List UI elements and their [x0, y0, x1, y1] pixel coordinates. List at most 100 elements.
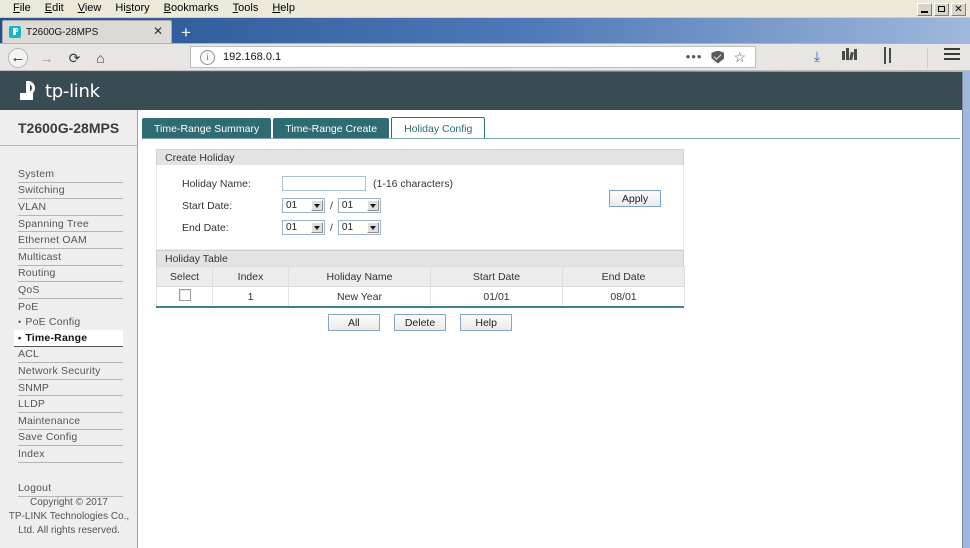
page-actions-dots-icon[interactable]: ••• — [686, 50, 703, 63]
select-all-button[interactable]: All — [327, 314, 380, 331]
sidebar-item-label: VLAN — [18, 200, 47, 213]
sidebar-item-maintenance[interactable]: Maintenance — [18, 413, 123, 430]
tplink-logo-icon — [20, 80, 42, 102]
holiday-name-input[interactable] — [282, 176, 366, 191]
row-index: 1 — [212, 286, 289, 307]
sidebar: T2600G-28MPS System Switching VLAN Spann… — [0, 110, 138, 548]
menu-edit[interactable]: Edit — [38, 1, 71, 16]
sidebar-item-label: PoE Config — [25, 316, 81, 329]
toolbar-right: ⤓ — [808, 47, 962, 65]
menu-icon[interactable] — [944, 47, 962, 65]
sidebar-item-index[interactable]: Index — [18, 446, 123, 463]
tplink-favicon — [9, 26, 21, 38]
sidebar-item-label: QoS — [18, 283, 40, 296]
toolbar-divider — [927, 48, 928, 68]
sidebar-item-ethernet-oam[interactable]: Ethernet OAM — [18, 232, 123, 249]
table-action-buttons: All Delete Help — [156, 314, 684, 331]
main-content: Time-Range Summary Time-Range Create Hol… — [139, 110, 962, 548]
sidebar-item-network-security[interactable]: Network Security — [18, 363, 123, 380]
menu-file[interactable]: File — [6, 1, 38, 16]
sidebar-item-poe[interactable]: PoE — [18, 299, 123, 315]
holiday-name-hint: (1-16 characters) — [373, 177, 453, 190]
sidebar-item-label: LLDP — [18, 398, 46, 411]
tab-time-range-create[interactable]: Time-Range Create — [273, 118, 390, 139]
library-icon[interactable] — [842, 47, 860, 65]
col-holiday-name: Holiday Name — [288, 266, 431, 287]
sidebar-item-label: Save Config — [18, 431, 78, 444]
chevron-down-icon — [366, 200, 379, 211]
delete-button[interactable]: Delete — [393, 314, 447, 331]
maximize-button[interactable] — [934, 3, 949, 16]
bookmark-star-icon[interactable]: ☆ — [733, 50, 746, 64]
end-month-select[interactable]: 01 — [282, 220, 325, 235]
sidebar-item-routing[interactable]: Routing — [18, 266, 123, 283]
start-month-select[interactable]: 01 — [282, 198, 325, 213]
browser-tab-title: T2600G-28MPS — [26, 26, 99, 38]
sidebar-menu: System Switching VLAN Spanning Tree Ethe… — [0, 146, 137, 498]
browser-tabstrip: T2600G-28MPS ✕ + — [0, 19, 970, 43]
menu-bookmarks[interactable]: Bookmarks — [157, 1, 226, 16]
sidebar-item-label: System — [18, 167, 55, 180]
close-icon[interactable]: ✕ — [149, 25, 171, 38]
back-icon[interactable]: ← — [8, 48, 29, 68]
home-icon[interactable]: ⌂ — [90, 48, 111, 68]
pocket-icon[interactable] — [711, 50, 725, 64]
start-date-row: Start Date: 01 / 01 — [157, 195, 683, 216]
menu-view[interactable]: View — [71, 1, 109, 16]
forward-icon[interactable]: → — [36, 48, 57, 68]
sidebar-item-vlan[interactable]: VLAN — [18, 199, 123, 216]
col-index: Index — [212, 266, 289, 287]
menu-help[interactable]: Help — [265, 1, 302, 16]
start-day-select[interactable]: 01 — [337, 198, 381, 213]
start-day-value: 01 — [341, 200, 354, 211]
page-viewport: tp-link T2600G-28MPS System Switching VL… — [0, 72, 963, 548]
sidebar-item-logout[interactable]: Logout — [18, 481, 123, 498]
sidebar-item-spanning-tree[interactable]: Spanning Tree — [18, 216, 123, 233]
holiday-table-title: Holiday Table — [156, 250, 684, 266]
chevron-down-icon — [311, 222, 323, 233]
close-window-button[interactable]: ✕ — [951, 3, 966, 16]
sidebar-item-multicast[interactable]: Multicast — [18, 249, 123, 266]
end-day-select[interactable]: 01 — [337, 220, 381, 235]
menu-tools[interactable]: Tools — [226, 1, 266, 16]
sidebar-item-system[interactable]: System — [18, 166, 123, 183]
tab-holiday-config[interactable]: Holiday Config — [391, 117, 486, 139]
menu-history[interactable]: History — [108, 1, 156, 16]
tab-time-range-summary[interactable]: Time-Range Summary — [142, 118, 272, 139]
page-info-icon[interactable]: i — [200, 49, 215, 65]
help-button[interactable]: Help — [460, 314, 513, 331]
sidebar-item-snmp[interactable]: SNMP — [18, 380, 123, 397]
sidebar-icon[interactable] — [876, 47, 894, 65]
brand-label: tp-link — [45, 80, 100, 102]
sidebar-item-label: Spanning Tree — [18, 217, 89, 230]
sidebar-item-qos[interactable]: QoS — [18, 282, 123, 299]
row-select-cell[interactable] — [156, 286, 213, 307]
shield-icon[interactable] — [910, 47, 928, 65]
sidebar-item-time-range[interactable]: • Time-Range — [14, 329, 123, 347]
new-tab-button[interactable]: + — [176, 23, 196, 43]
sidebar-item-switching[interactable]: Switching — [18, 183, 123, 200]
url-input[interactable]: 192.168.0.1 — [223, 51, 686, 63]
browser-tab[interactable]: T2600G-28MPS ✕ — [2, 20, 172, 43]
sidebar-item-acl[interactable]: ACL — [18, 347, 123, 364]
minimize-button[interactable] — [917, 3, 932, 16]
create-holiday-body: Holiday Name: (1-16 characters) Start Da… — [156, 165, 684, 250]
downloads-icon[interactable]: ⤓ — [808, 47, 826, 65]
sidebar-item-save-config[interactable]: Save Config — [18, 430, 123, 447]
sidebar-item-lldp[interactable]: LLDP — [18, 396, 123, 413]
sidebar-item-label: SNMP — [18, 381, 50, 394]
end-day-value: 01 — [341, 222, 354, 233]
sidebar-item-poe-config[interactable]: • PoE Config — [18, 314, 123, 330]
reload-icon[interactable]: ⟳ — [64, 48, 85, 68]
create-holiday-panel: Create Holiday Holiday Name: (1-16 chara… — [156, 149, 684, 250]
end-month-value: 01 — [286, 222, 298, 233]
library-glyph — [842, 47, 860, 61]
back-arrow-glyph: ← — [8, 48, 28, 68]
apply-button[interactable]: Apply — [609, 190, 661, 207]
tabs-underline — [142, 138, 960, 139]
row-checkbox[interactable] — [178, 289, 191, 301]
sidebar-item-label: Ethernet OAM — [18, 234, 87, 247]
os-window: File Edit View History Bookmarks Tools H… — [0, 0, 970, 548]
url-bar[interactable]: i 192.168.0.1 ••• ☆ — [190, 46, 756, 68]
